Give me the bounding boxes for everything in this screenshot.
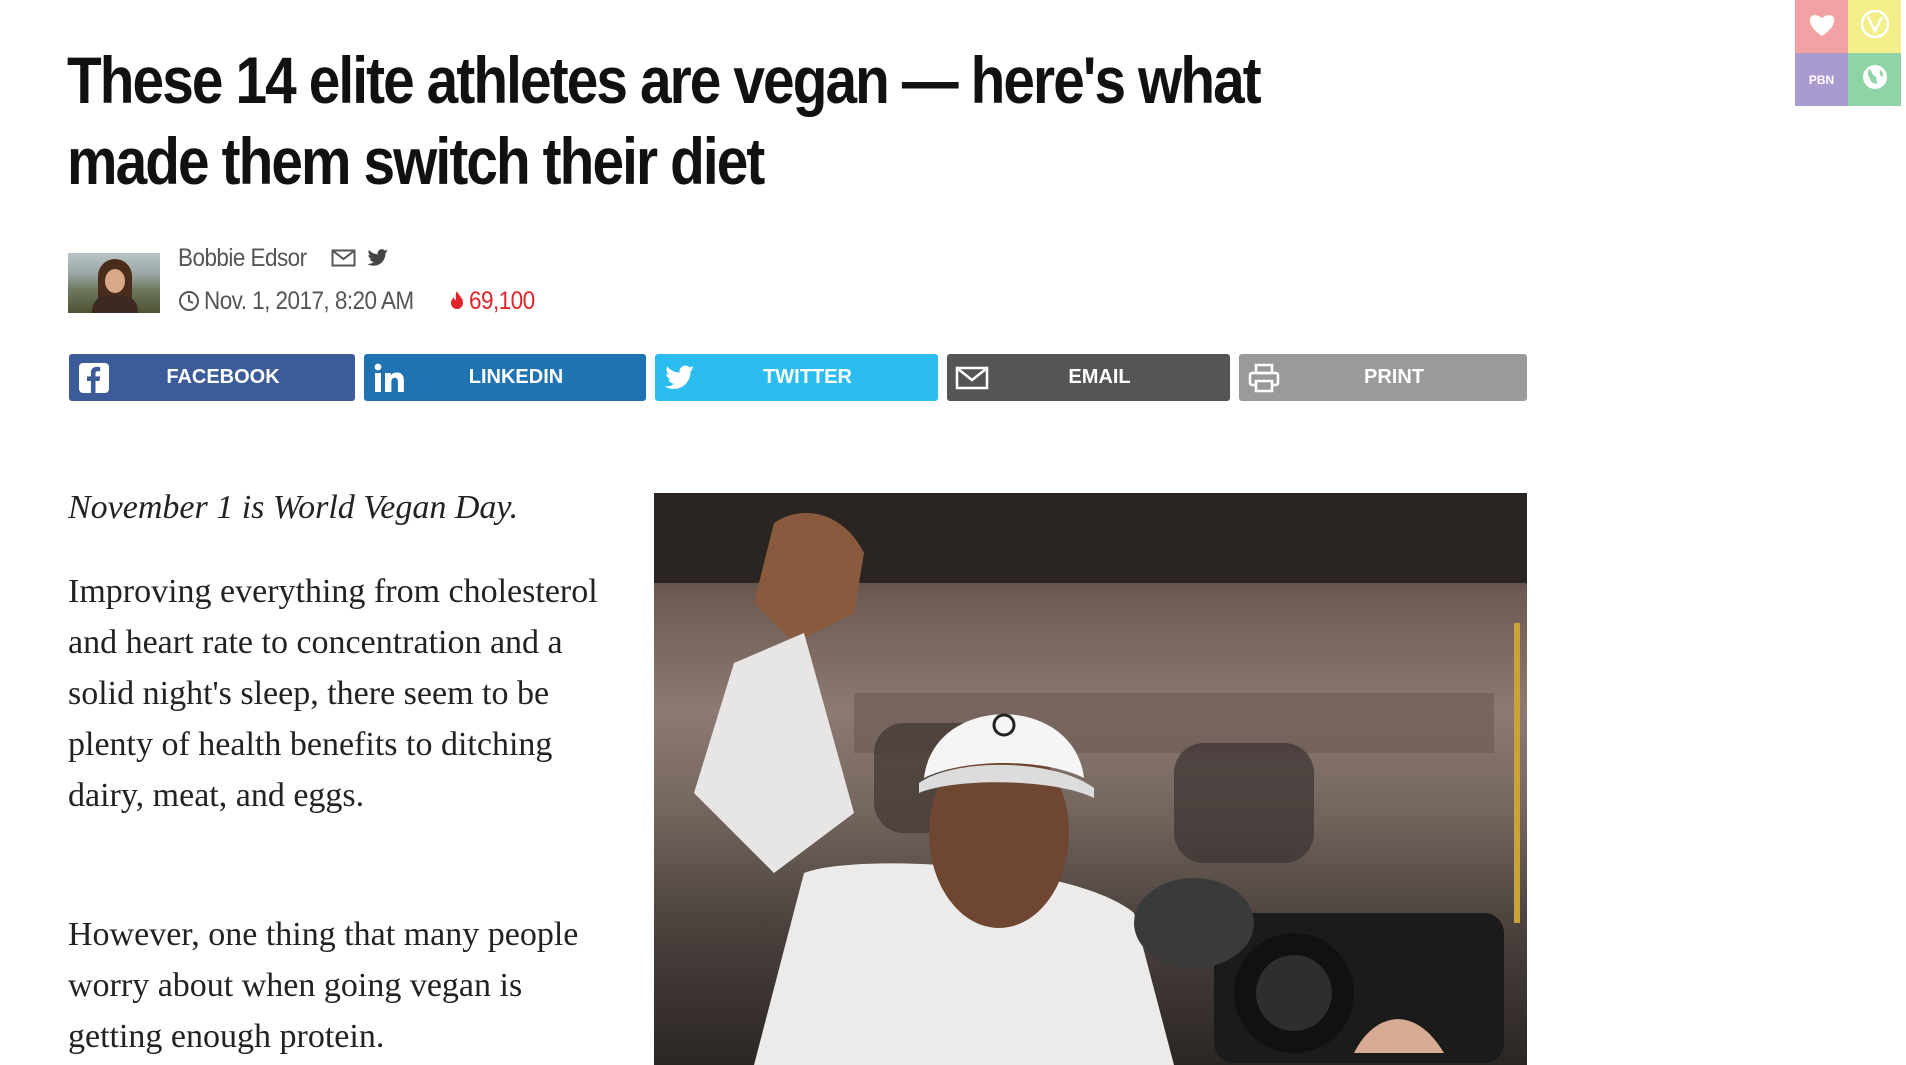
mail-icon <box>947 354 997 401</box>
share-twitter-label: TWITTER <box>763 366 852 388</box>
print-button[interactable]: PRINT <box>1239 354 1527 401</box>
vegan-tile[interactable] <box>1848 0 1901 53</box>
share-linkedin-label: LINKEDIN <box>468 366 564 388</box>
globe-tile[interactable] <box>1848 53 1901 106</box>
share-facebook-label: FACEBOOK <box>166 366 280 388</box>
flame-icon <box>449 290 465 312</box>
pbn-label: PBN <box>1808 72 1835 87</box>
author-row: Bobbie Edsor <box>178 243 389 273</box>
print-label: PRINT <box>1364 366 1424 388</box>
globe-icon <box>1861 63 1889 96</box>
publish-date: Nov. 1, 2017, 8:20 AM <box>204 286 414 315</box>
heart-tile[interactable] <box>1795 0 1848 53</box>
lead-text: November 1 is World Vegan Day. <box>68 489 519 526</box>
twitter-icon <box>655 354 705 401</box>
photo-illustration <box>654 493 1527 1065</box>
share-email-label: EMAIL <box>1068 366 1131 388</box>
clock-icon <box>178 290 200 312</box>
paragraph-2: However, one thing that many people worr… <box>68 916 579 1055</box>
linkedin-icon <box>364 354 414 401</box>
share-email-button[interactable]: EMAIL <box>947 354 1230 401</box>
share-linkedin-button[interactable]: LINKEDIN <box>364 354 646 401</box>
printer-icon <box>1239 354 1289 401</box>
twitter-icon[interactable] <box>366 248 389 268</box>
meta-row: Nov. 1, 2017, 8:20 AM 69,100 <box>178 286 542 316</box>
corner-tiles: PBN <box>1795 0 1901 106</box>
pbn-tile[interactable]: PBN <box>1795 53 1848 106</box>
facebook-icon <box>69 354 119 401</box>
heart-icon <box>1808 11 1836 42</box>
share-facebook-button[interactable]: FACEBOOK <box>69 354 355 401</box>
view-count: 69,100 <box>468 286 535 315</box>
paragraph-1: Improving everything from cholesterol an… <box>68 573 598 814</box>
author-name[interactable]: Bobbie Edsor <box>178 244 307 273</box>
article-photo <box>654 493 1527 1065</box>
mail-icon[interactable] <box>331 248 357 268</box>
share-twitter-button[interactable]: TWITTER <box>655 354 938 401</box>
author-avatar[interactable] <box>68 253 160 313</box>
article-headline: These 14 elite athletes are vegan — here… <box>67 43 1262 198</box>
vegan-v-icon <box>1860 9 1890 44</box>
